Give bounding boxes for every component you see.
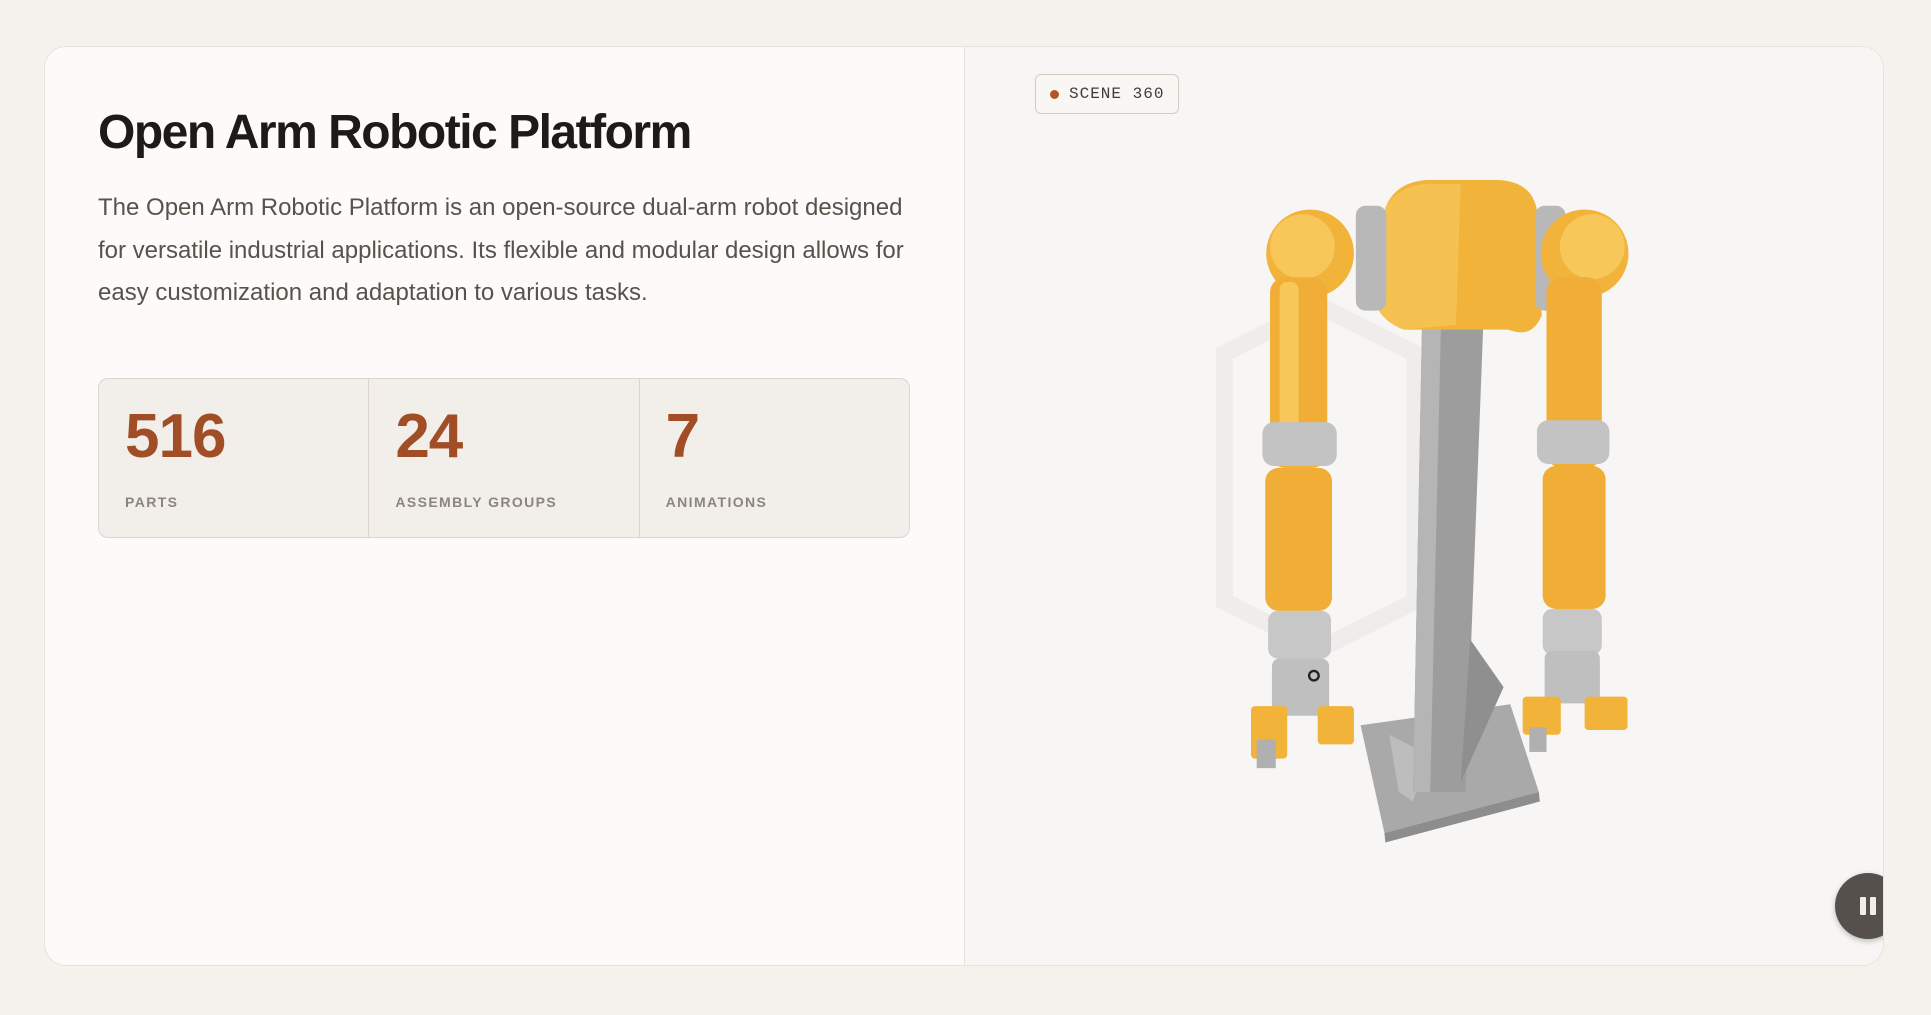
robot-head (1355, 179, 1566, 333)
stat-assembly-groups: 24 ASSEMBLY GROUPS (369, 379, 640, 537)
viewer-panel: SCENE 360 (965, 47, 1883, 965)
product-description: The Open Arm Robotic Platform is an open… (98, 194, 904, 306)
stat-label: ANIMATIONS (665, 494, 768, 510)
stats-grid: 516 PARTS 24 ASSEMBLY GROUPS 7 ANIMATION… (98, 378, 910, 538)
stat-label: ASSEMBLY GROUPS (395, 494, 558, 510)
page-title: Open Arm Robotic Platform (98, 106, 692, 159)
scene-badge-label: SCENE 360 (1069, 85, 1165, 103)
product-card: Open Arm Robotic Platform The Open Arm R… (44, 46, 1884, 966)
stat-value: 24 (395, 402, 463, 471)
robot-column (1413, 291, 1504, 792)
pause-icon (1860, 897, 1866, 915)
pause-icon (1870, 897, 1876, 915)
stat-value: 516 (125, 402, 226, 471)
stat-animations: 7 ANIMATIONS (640, 379, 909, 537)
stat-parts: 516 PARTS (99, 379, 370, 537)
left-arm (1250, 209, 1354, 769)
scene-badge: SCENE 360 (1035, 74, 1180, 114)
robot-model-viewer[interactable] (965, 47, 1883, 965)
stat-label: PARTS (125, 494, 179, 510)
info-panel: Open Arm Robotic Platform The Open Arm R… (45, 47, 964, 965)
stat-value: 7 (665, 402, 700, 471)
status-dot-icon (1050, 89, 1059, 99)
